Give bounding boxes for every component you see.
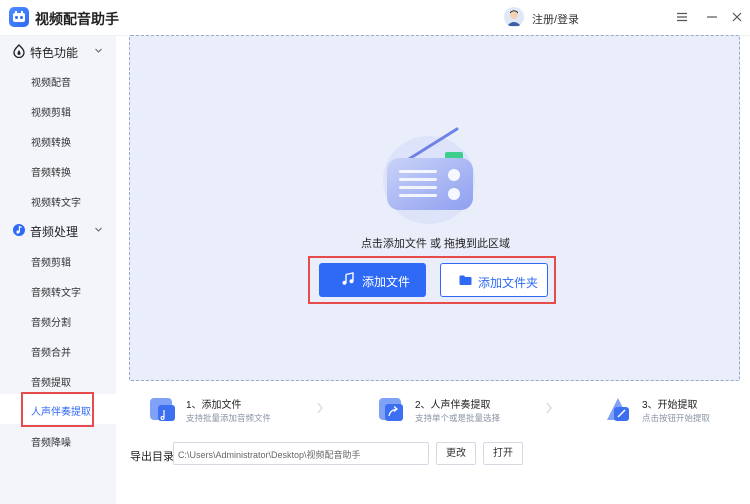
sidebar-item-label: 视频剪辑 [31,108,71,119]
sidebar-item-label: 音频提取 [31,378,71,389]
step-start-extract: 3、开始提取 点击按钮开始提取 [604,393,740,429]
step-desc: 支持批量添加音频文件 [186,413,272,423]
app-title: 视频配音助手 [35,11,119,27]
sidebar-item-video-edit[interactable]: 视频剪辑 [0,95,116,125]
sidebar-item-label: 音频转换 [31,168,71,179]
step-add-file: 1、添加文件 支持批量添加音频文件 [148,393,308,429]
sidebar-item-video-to-text[interactable]: 视频转文字 [0,185,116,215]
section-audio-processing[interactable]: 音频处理 [0,216,116,244]
step-desc: 支持单个或是批量选择 [415,413,501,423]
close-icon[interactable] [730,10,744,24]
section-featured[interactable]: 特色功能 [0,37,116,65]
share-arrow-icon [379,398,403,421]
drop-hint-text: 点击添加文件 或 拖拽到此区域 [360,238,511,250]
step-vocal-separation: 2、人声伴奏提取 支持单个或是批量选择 [377,393,542,429]
change-directory-button[interactable]: 更改 [436,442,476,465]
user-avatar[interactable] [504,7,524,27]
chevron-right-icon [546,402,552,414]
step-title: 3、开始提取 [642,400,698,411]
sidebar-item-audio-extract[interactable]: 音频提取 [0,365,116,395]
audio-disc-icon [13,224,25,236]
add-folder-button[interactable]: 添加文件夹 [440,263,548,297]
sidebar: 特色功能 视频配音 视频剪辑 视频转换 音频转换 视频转文字 音频处理 音频剪辑… [0,36,116,504]
sparkle-icon [13,44,25,58]
sidebar-item-label: 音频转文字 [31,288,81,299]
file-drop-zone[interactable]: 点击添加文件 或 拖拽到此区域 添加文件 添加文件夹 [129,35,740,381]
export-path-field[interactable]: C:\Users\Administrator\Desktop\视频配音助手 [173,442,429,465]
open-directory-button[interactable]: 打开 [483,442,523,465]
sidebar-item-label: 视频转文字 [31,198,81,209]
section-label: 特色功能 [30,46,79,60]
sidebar-item-label: 视频转换 [31,138,71,149]
menu-icon[interactable] [675,10,689,24]
sidebar-item-audio-convert[interactable]: 音频转换 [0,155,116,185]
sidebar-item-audio-denoise[interactable]: 音频降噪 [0,425,116,455]
chevron-right-icon [317,402,323,414]
export-directory-label: 导出目录 [130,451,174,463]
folder-icon [459,275,472,285]
radio-illustration-icon [383,127,475,224]
add-file-label: 添加文件 [362,275,411,289]
sidebar-item-audio-edit[interactable]: 音频剪辑 [0,245,116,275]
login-register-link[interactable]: 注册/登录 [532,11,579,27]
sidebar-item-label: 音频合并 [31,348,71,359]
music-note-icon [342,272,354,285]
active-item-highlight [21,392,94,427]
chevron-down-icon [95,227,102,232]
app-logo-icon [9,7,29,27]
chevron-down-icon [95,48,102,53]
step-title: 1、添加文件 [186,400,242,411]
step-title: 2、人声伴奏提取 [415,400,491,411]
minimize-icon[interactable] [705,10,719,24]
title-bar: 视频配音助手 注册/登录 [0,0,750,36]
step-desc: 点击按钮开始提取 [642,413,711,423]
section-label: 音频处理 [30,225,79,239]
add-file-icon [150,398,175,421]
sidebar-item-audio-to-text[interactable]: 音频转文字 [0,275,116,305]
sidebar-item-label: 音频降噪 [31,438,71,449]
sidebar-item-audio-merge[interactable]: 音频合并 [0,335,116,365]
start-icon [607,398,629,421]
sidebar-item-label: 视频配音 [31,78,71,89]
sidebar-item-video-convert[interactable]: 视频转换 [0,125,116,155]
sidebar-item-audio-split[interactable]: 音频分割 [0,305,116,335]
add-folder-label: 添加文件夹 [478,276,539,290]
sidebar-item-label: 音频分割 [31,318,71,329]
sidebar-item-video-dubbing[interactable]: 视频配音 [0,65,116,95]
add-file-button[interactable]: 添加文件 [319,263,426,297]
sidebar-item-label: 音频剪辑 [31,258,71,269]
